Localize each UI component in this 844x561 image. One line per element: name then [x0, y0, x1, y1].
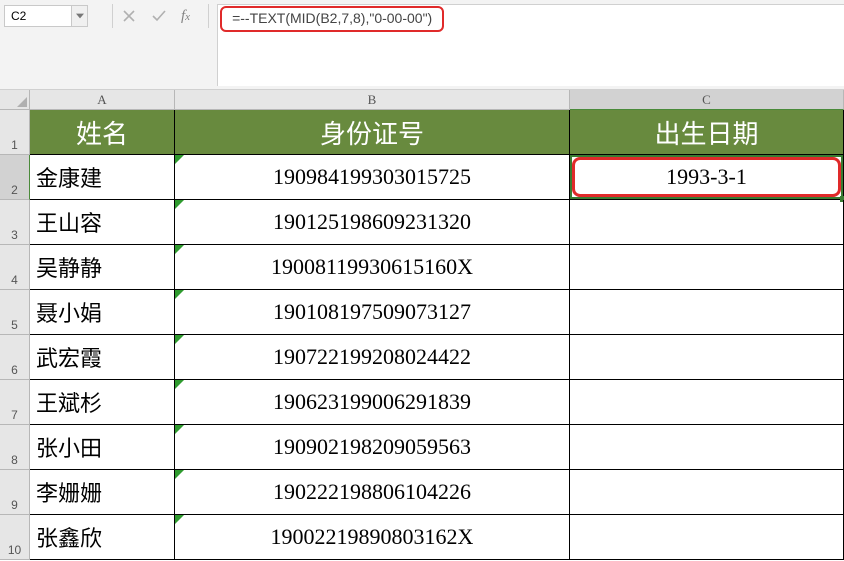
cell-B10[interactable]: 19002219890803162X [175, 515, 570, 560]
cell-B8[interactable]: 190902198209059563 [175, 425, 570, 470]
table-row: 3 王山容 190125198609231320 [0, 200, 844, 245]
chevron-down-icon [76, 12, 84, 20]
column-header-B[interactable]: B [175, 90, 570, 110]
cell-A4[interactable]: 吴静静 [30, 245, 175, 290]
row-header[interactable]: 2 [0, 155, 30, 200]
table-row: 2 金康建 190984199303015725 1993-3-1 [0, 155, 844, 200]
cell-C3[interactable] [570, 200, 844, 245]
cell-C5[interactable] [570, 290, 844, 335]
cell-B2[interactable]: 190984199303015725 [175, 155, 570, 200]
cell-C4[interactable] [570, 245, 844, 290]
cell-B5[interactable]: 190108197509073127 [175, 290, 570, 335]
cell-A3[interactable]: 王山容 [30, 200, 175, 245]
rows: 1 姓名 身份证号 出生日期 2 金康建 190984199303015725 … [0, 110, 844, 560]
cell-A6[interactable]: 武宏霞 [30, 335, 175, 380]
divider [208, 4, 209, 28]
cell-C1[interactable]: 出生日期 [570, 110, 844, 155]
cell-B3[interactable]: 190125198609231320 [175, 200, 570, 245]
cell-C2[interactable]: 1993-3-1 [570, 155, 844, 200]
column-header-A[interactable]: A [30, 90, 175, 110]
cancel-formula-button[interactable] [121, 8, 137, 24]
cell-A1[interactable]: 姓名 [30, 110, 175, 155]
select-all-corner[interactable] [0, 90, 30, 110]
cell-C6[interactable] [570, 335, 844, 380]
accept-formula-button[interactable] [151, 8, 167, 24]
cell-A8[interactable]: 张小田 [30, 425, 175, 470]
row-header[interactable]: 8 [0, 425, 30, 470]
table-row: 7 王斌杉 190623199006291839 [0, 380, 844, 425]
cell-A5[interactable]: 聂小娟 [30, 290, 175, 335]
name-box-dropdown-button[interactable] [72, 5, 88, 27]
row-header[interactable]: 5 [0, 290, 30, 335]
cell-A7[interactable]: 王斌杉 [30, 380, 175, 425]
cell-C8[interactable] [570, 425, 844, 470]
cell-B1[interactable]: 身份证号 [175, 110, 570, 155]
cell-C2-value: 1993-3-1 [666, 164, 747, 190]
fx-icon[interactable]: fx [181, 8, 190, 25]
row-header[interactable]: 4 [0, 245, 30, 290]
table-row: 4 吴静静 19008119930615160X [0, 245, 844, 290]
formula-bar: fx =--TEXT(MID(B2,7,8),"0-00-00") [0, 0, 844, 90]
cell-A10[interactable]: 张鑫欣 [30, 515, 175, 560]
name-box [4, 4, 104, 28]
cell-C7[interactable] [570, 380, 844, 425]
name-box-input[interactable] [4, 5, 72, 27]
divider [112, 4, 113, 28]
x-icon [123, 10, 135, 22]
cell-B4[interactable]: 19008119930615160X [175, 245, 570, 290]
row-header[interactable]: 3 [0, 200, 30, 245]
formula-highlight: =--TEXT(MID(B2,7,8),"0-00-00") [220, 6, 444, 32]
table-row: 5 聂小娟 190108197509073127 [0, 290, 844, 335]
table-row: 8 张小田 190902198209059563 [0, 425, 844, 470]
table-row: 1 姓名 身份证号 出生日期 [0, 110, 844, 155]
cell-B9[interactable]: 190222198806104226 [175, 470, 570, 515]
table-row: 9 李姗姗 190222198806104226 [0, 470, 844, 515]
column-header-C[interactable]: C [570, 90, 844, 110]
cell-A9[interactable]: 李姗姗 [30, 470, 175, 515]
table-row: 6 武宏霞 190722199208024422 [0, 335, 844, 380]
column-headers: A B C [0, 90, 844, 110]
cell-C10[interactable] [570, 515, 844, 560]
row-header[interactable]: 1 [0, 110, 30, 155]
cell-B6[interactable]: 190722199208024422 [175, 335, 570, 380]
row-header[interactable]: 6 [0, 335, 30, 380]
cell-A2[interactable]: 金康建 [30, 155, 175, 200]
row-header[interactable]: 10 [0, 515, 30, 560]
check-icon [152, 10, 166, 22]
row-header[interactable]: 7 [0, 380, 30, 425]
cell-B7[interactable]: 190623199006291839 [175, 380, 570, 425]
row-header[interactable]: 9 [0, 470, 30, 515]
spreadsheet-grid: A B C 1 姓名 身份证号 出生日期 2 金康建 1909841993030… [0, 90, 844, 560]
formula-bar-buttons: fx [121, 4, 200, 28]
formula-input-area[interactable]: =--TEXT(MID(B2,7,8),"0-00-00") [217, 4, 844, 86]
cell-C9[interactable] [570, 470, 844, 515]
table-row: 10 张鑫欣 19002219890803162X [0, 515, 844, 560]
